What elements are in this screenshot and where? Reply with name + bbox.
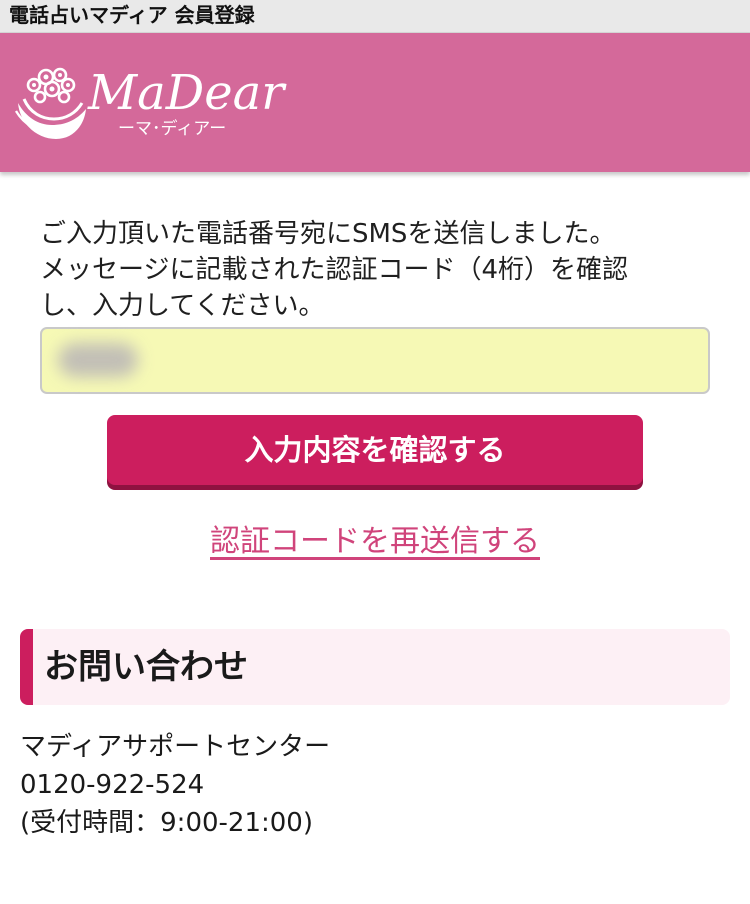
site-logo[interactable]: MaDear ーマ･ディアー xyxy=(12,63,302,173)
instruction-line: ご入力頂いた電話番号宛にSMSを送信しました。 xyxy=(40,219,616,249)
window-title: 電話占いマディア 会員登録 xyxy=(0,0,750,33)
section-accent-bar xyxy=(20,629,33,705)
instruction-line: メッセージに記載された認証コード（4桁）を確認 xyxy=(40,255,629,285)
support-hours: (受付時間：9:00-21:00) xyxy=(20,808,313,838)
support-info: マディアサポートセンター 0120-922-524 (受付時間：9:00-21:… xyxy=(20,728,330,842)
support-center-name: マディアサポートセンター xyxy=(20,732,331,762)
support-phone[interactable]: 0120-922-524 xyxy=(20,766,330,804)
logo-subtext: ーマ･ディアー xyxy=(118,119,227,139)
redacted-code-value xyxy=(58,343,138,377)
contact-title: お問い合わせ xyxy=(44,647,248,687)
instruction-line: し、入力してください。 xyxy=(40,291,325,321)
resend-code-link[interactable]: 認証コードを再送信する xyxy=(199,516,551,560)
logo-wordmark: MaDear xyxy=(88,65,285,121)
sms-instructions: ご入力頂いた電話番号宛にSMSを送信しました。 メッセージに記載された認証コード… xyxy=(40,216,720,324)
flower-hand-icon xyxy=(14,67,86,139)
confirm-input-button[interactable]: 入力内容を確認する xyxy=(107,415,643,485)
contact-section-header: お問い合わせ xyxy=(20,629,730,705)
verification-code-input[interactable] xyxy=(40,327,710,394)
site-header: MaDear ーマ･ディアー xyxy=(0,33,750,172)
